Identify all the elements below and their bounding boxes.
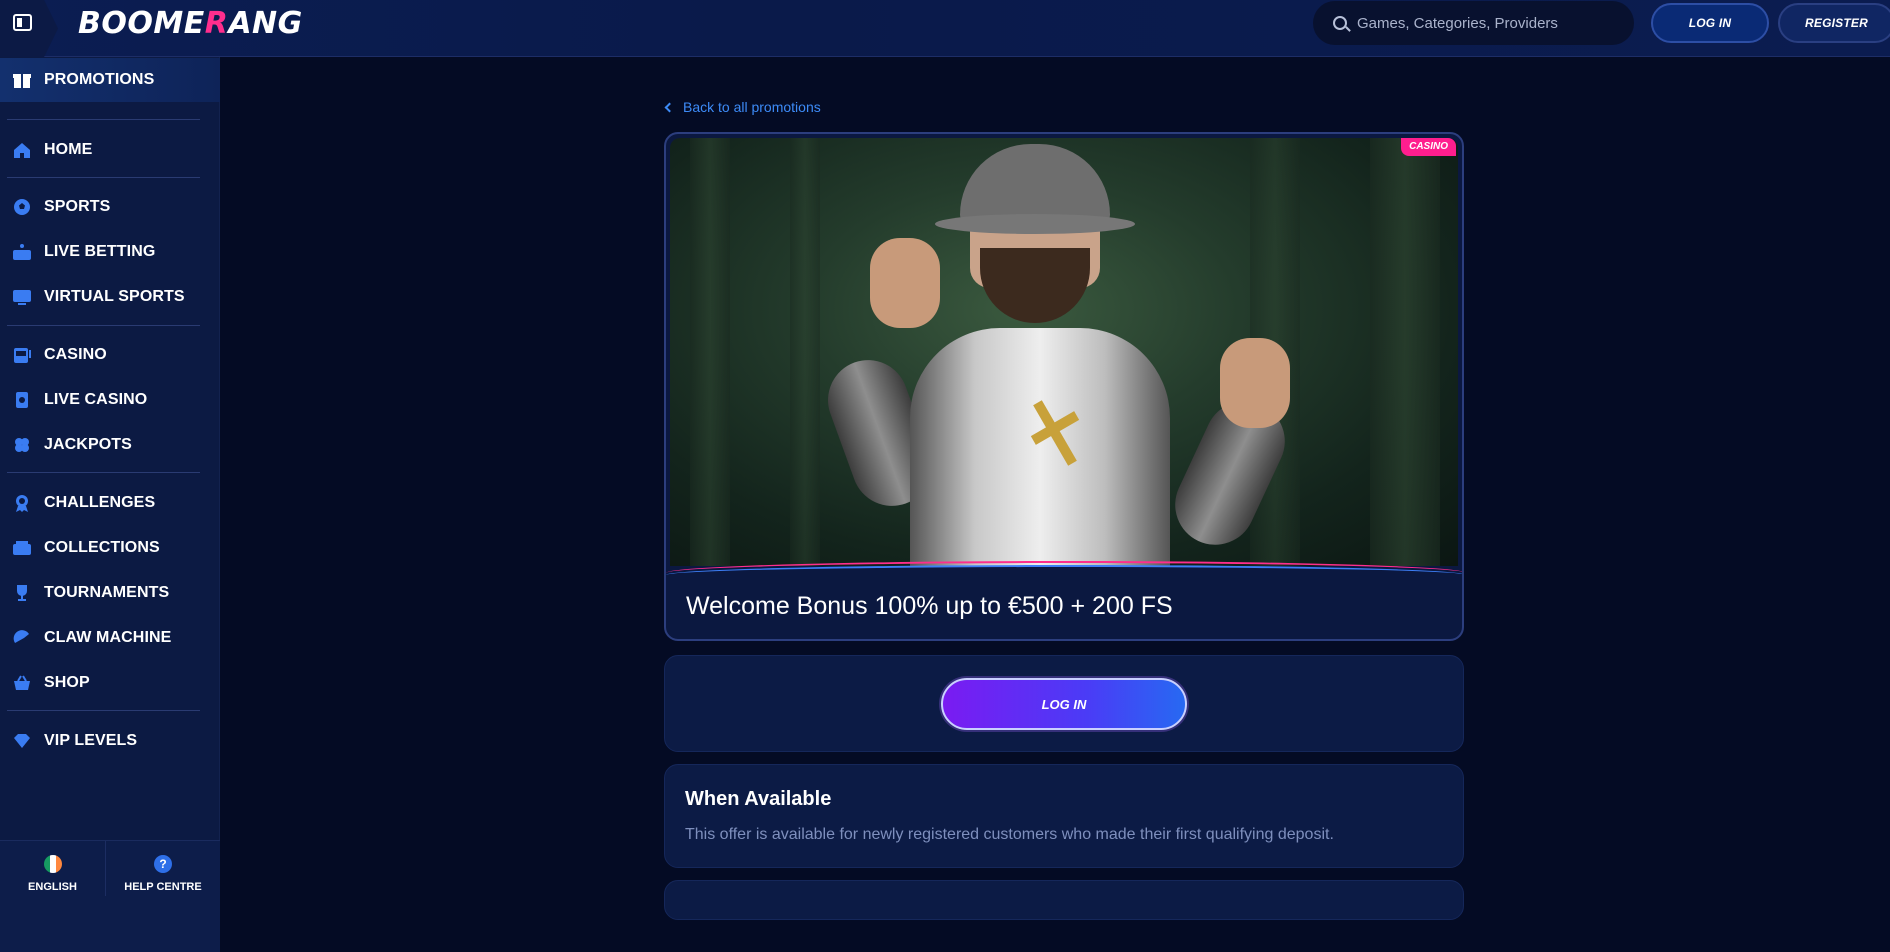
- sidebar-item-live-casino[interactable]: LIVE CASINO: [0, 378, 220, 422]
- sidebar-item-casino[interactable]: CASINO: [0, 333, 220, 377]
- sidebar-panel-icon: [13, 14, 32, 31]
- sidebar: PROMOTIONS HOME SPORTS LIVE BETTING VIRT…: [0, 57, 220, 952]
- promo-title: Welcome Bonus 100% up to €500 + 200 FS: [686, 592, 1173, 620]
- header-register-button[interactable]: REGISTER: [1778, 3, 1890, 43]
- cards-icon: [12, 390, 32, 410]
- casino-category-badge: CASINO: [1401, 138, 1456, 156]
- sidebar-item-live-betting[interactable]: LIVE BETTING: [0, 230, 220, 274]
- header-login-button[interactable]: LOG IN: [1651, 3, 1769, 43]
- sidebar-item-virtual-sports[interactable]: VIRTUAL SPORTS: [0, 275, 220, 319]
- sidebar-footer: ENGLISH ? HELP CENTRE: [0, 840, 220, 952]
- slot-machine-icon: [12, 345, 32, 365]
- sidebar-item-jackpots[interactable]: JACKPOTS: [0, 423, 220, 467]
- boomerang-logo[interactable]: BOOMERANG: [78, 6, 303, 42]
- search-icon: [1333, 16, 1347, 30]
- sidebar-item-shop[interactable]: SHOP: [0, 661, 220, 705]
- promo-hero-card: CASINO Welcome Bonus 100% up to €500 + 2…: [664, 132, 1464, 641]
- availability-text: This offer is available for newly regist…: [685, 826, 1334, 843]
- promo-banner-image: [670, 138, 1458, 566]
- clover-icon: [12, 435, 32, 455]
- search-input[interactable]: [1357, 14, 1617, 32]
- sidebar-item-home[interactable]: HOME: [0, 128, 220, 172]
- next-section-card: [664, 880, 1464, 920]
- availability-card: When Available This offer is available f…: [664, 764, 1464, 868]
- claw-icon: [12, 628, 32, 648]
- gift-icon: [12, 70, 32, 90]
- top-header: BOOMERANG LOG IN REGISTER: [0, 0, 1890, 57]
- availability-title: When Available: [685, 788, 832, 810]
- sidebar-item-claw-machine[interactable]: CLAW MACHINE: [0, 616, 220, 660]
- home-icon: [12, 140, 32, 160]
- sidebar-item-sports[interactable]: SPORTS: [0, 185, 220, 229]
- live-icon: [12, 242, 32, 262]
- diamond-icon: [12, 731, 32, 751]
- monitor-icon: [12, 287, 32, 307]
- sidebar-item-vip-levels[interactable]: VIP LEVELS: [0, 719, 220, 763]
- basket-icon: [12, 673, 32, 693]
- search-bar[interactable]: [1313, 1, 1634, 45]
- chevron-left-icon: [664, 102, 675, 112]
- help-centre-link[interactable]: ? HELP CENTRE: [106, 841, 220, 896]
- language-selector[interactable]: ENGLISH: [0, 841, 105, 896]
- promo-login-button[interactable]: LOG IN: [941, 678, 1187, 730]
- collection-icon: [12, 538, 32, 558]
- back-to-promotions-link[interactable]: Back to all promotions: [664, 99, 821, 115]
- login-card: LOG IN: [664, 655, 1464, 752]
- help-icon: ?: [154, 855, 172, 873]
- sidebar-item-collections[interactable]: COLLECTIONS: [0, 526, 220, 570]
- soccer-ball-icon: [12, 197, 32, 217]
- medal-icon: [12, 493, 32, 513]
- trophy-icon: [12, 583, 32, 603]
- sidebar-item-challenges[interactable]: CHALLENGES: [0, 481, 220, 525]
- sidebar-item-promotions[interactable]: PROMOTIONS: [0, 58, 220, 102]
- ireland-flag-icon: [43, 855, 62, 873]
- sidebar-item-tournaments[interactable]: TOURNAMENTS: [0, 571, 220, 615]
- sidebar-toggle-button[interactable]: [0, 0, 58, 57]
